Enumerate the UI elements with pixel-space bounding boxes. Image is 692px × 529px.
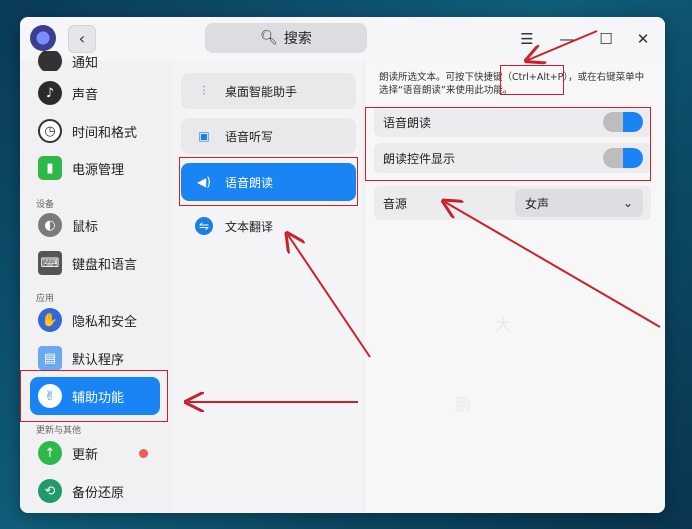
arrow-to-tts	[288, 235, 371, 358]
annotation-arrows	[0, 30, 661, 529]
arrow-to-shortcut	[528, 30, 598, 60]
arrow-to-voice	[445, 202, 661, 328]
